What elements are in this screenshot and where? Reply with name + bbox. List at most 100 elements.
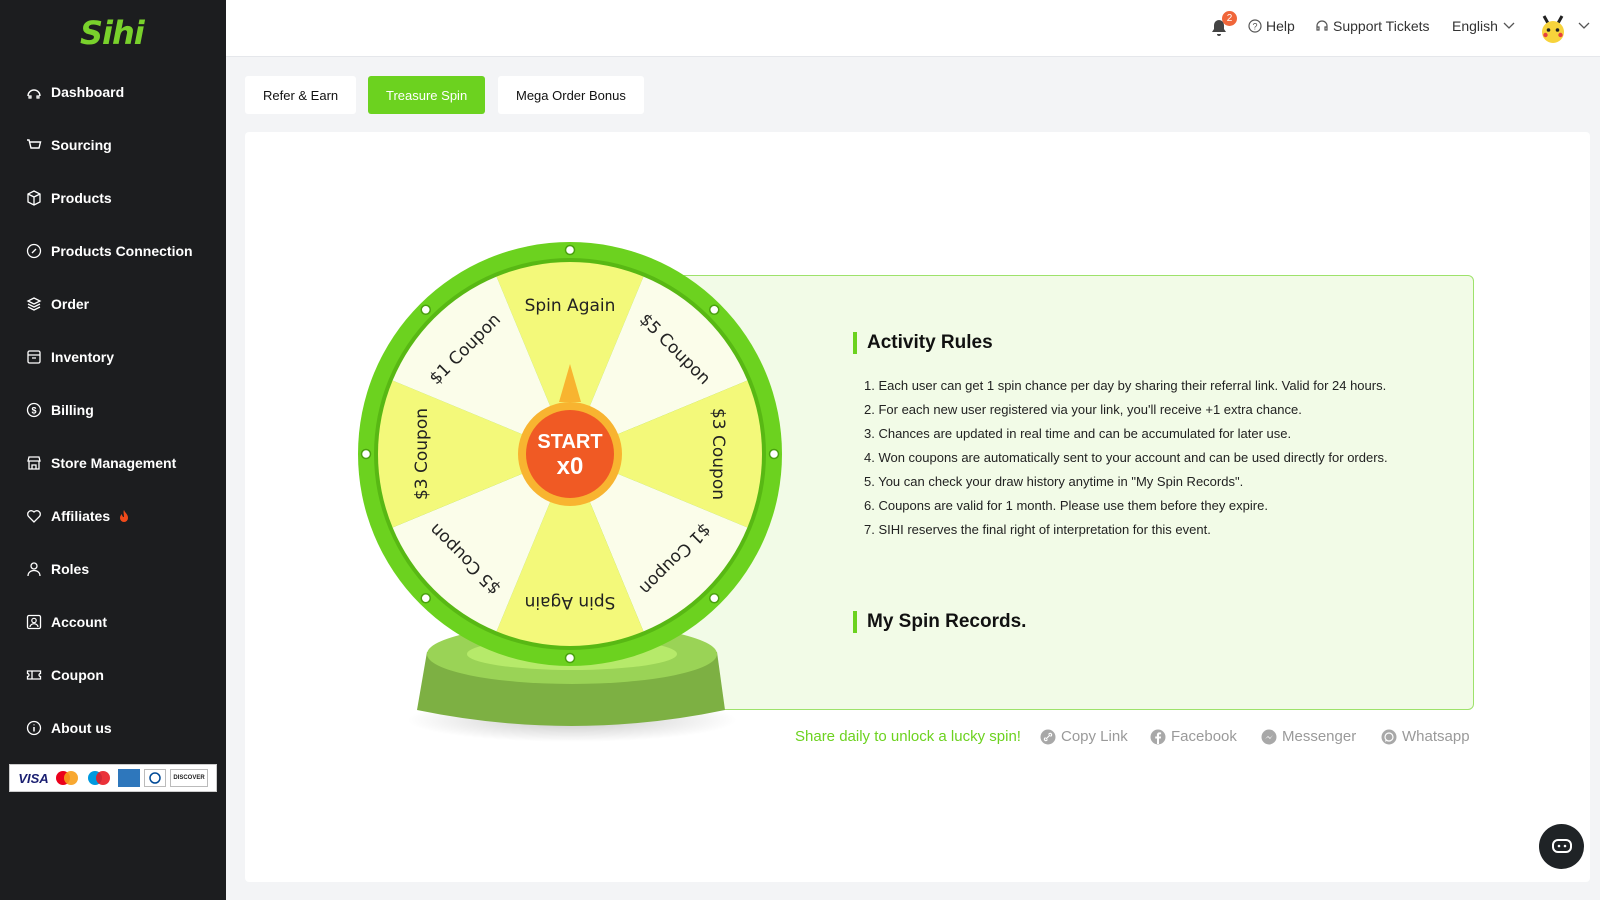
avatar-chevron-icon[interactable] [1578, 22, 1594, 30]
visa-card-logo: VISA [18, 770, 49, 786]
rim-dot [420, 304, 432, 316]
whatsapp-label: Whatsapp [1402, 728, 1470, 745]
dashboard-icon [26, 84, 42, 100]
rim-dot [420, 592, 432, 604]
rim-dot [360, 448, 372, 460]
sidebar-item-about-us[interactable]: About us [26, 713, 112, 743]
sihi-logo[interactable]: Sihi [80, 14, 145, 52]
link-icon [26, 243, 42, 259]
sidebar-item-billing[interactable]: $ Billing [26, 395, 94, 425]
help-label: Help [1266, 18, 1295, 34]
maestro-logo [85, 769, 113, 787]
fire-icon [118, 509, 130, 523]
rim-dot [708, 304, 720, 316]
rule-item: 2. For each new user registered via your… [864, 402, 1302, 417]
mastercard-logo [53, 769, 81, 787]
rule-item: 5. You can check your draw history anyti… [864, 474, 1244, 489]
wheel-segment-label: Spin Again [525, 592, 616, 612]
rule-item: 1. Each user can get 1 spin chance per d… [864, 378, 1387, 393]
svg-text:$: $ [31, 406, 36, 416]
chat-icon [1551, 838, 1572, 853]
info-icon [26, 720, 42, 736]
rim-dot [768, 448, 780, 460]
sidebar-item-label: Inventory [51, 349, 115, 365]
heart-icon [26, 508, 42, 524]
tab-refer-earn[interactable]: Refer & Earn [245, 76, 357, 114]
link-icon [1040, 729, 1056, 744]
share-prompt: Share daily to unlock a lucky spin! [795, 728, 1021, 745]
layers-icon [26, 296, 42, 312]
diners-club-logo [143, 769, 166, 787]
rim-dot [708, 592, 720, 604]
language-label: English [1452, 18, 1498, 34]
messenger-share-button[interactable]: Messenger [1261, 728, 1356, 745]
sidebar-item-label: Dashboard [51, 84, 125, 100]
dollar-icon: $ [26, 402, 42, 418]
sidebar-item-label: Store Management [51, 455, 177, 471]
copy-link-button[interactable]: Copy Link [1040, 728, 1128, 745]
amex-logo [117, 769, 140, 787]
discover-logo: DISCOVER [170, 769, 208, 787]
sidebar-item-label: Roles [51, 561, 90, 577]
notification-badge: 2 [1222, 11, 1237, 26]
chances-label: x0 [557, 453, 584, 480]
archive-icon [26, 349, 42, 365]
account-icon [26, 614, 42, 630]
rim-dot [564, 244, 576, 256]
activity-rules-title: Activity Rules [853, 332, 993, 354]
sidebar-item-label: Affiliates [51, 508, 111, 524]
facebook-icon [1150, 729, 1166, 744]
language-select[interactable]: English [1452, 18, 1519, 34]
messenger-icon [1261, 729, 1277, 744]
tab-treasure-spin[interactable]: Treasure Spin [368, 76, 486, 114]
sidebar-item-coupon[interactable]: Coupon [26, 660, 104, 690]
sidebar-item-label: Billing [51, 402, 94, 418]
help-icon: ? [1248, 19, 1262, 33]
chevron-down-icon [1503, 22, 1515, 29]
help-link[interactable]: ? Help [1248, 18, 1295, 34]
sidebar-item-label: Account [51, 614, 107, 630]
sidebar-item-account[interactable]: Account [26, 607, 107, 637]
sidebar-item-sourcing[interactable]: Sourcing [26, 130, 112, 160]
sidebar-item-label: About us [51, 720, 112, 736]
sidebar-item-label: Sourcing [51, 137, 112, 153]
rule-item: 3. Chances are updated in real time and … [864, 426, 1292, 441]
user-icon [26, 561, 42, 577]
cart-icon [26, 137, 42, 153]
sidebar-item-label: Order [51, 296, 90, 312]
sidebar-item-store-management[interactable]: Store Management [26, 448, 176, 478]
sidebar-item-roles[interactable]: Roles [26, 554, 89, 584]
payment-cards: VISA DISCOVER [9, 764, 217, 792]
sidebar-item-products-connection[interactable]: Products Connection [26, 236, 193, 266]
messenger-label: Messenger [1282, 728, 1357, 745]
headset-icon [1316, 20, 1328, 31]
facebook-label: Facebook [1171, 728, 1237, 745]
sidebar-item-inventory[interactable]: Inventory [26, 342, 114, 372]
sidebar-item-products[interactable]: Products [26, 183, 112, 213]
rim-dot [564, 652, 576, 664]
sidebar-item-label: Coupon [51, 667, 104, 683]
sidebar-item-order[interactable]: Order [26, 289, 89, 319]
spin-records-title[interactable]: My Spin Records. [853, 611, 1026, 633]
wheel-segment-label: $3 Coupon [412, 408, 432, 500]
rule-item: 6. Coupons are valid for 1 month. Please… [864, 498, 1268, 513]
sidebar-item-label: Products [51, 190, 112, 206]
rule-item: 4. Won coupons are automatically sent to… [864, 450, 1388, 465]
prize-wheel: Spin Again $5 Coupon $3 Coupon $1 Coupon Spi… [357, 242, 787, 762]
tab-mega-order-bonus[interactable]: Mega Order Bonus [498, 76, 644, 114]
svg-text:?: ? [1252, 22, 1257, 32]
avatar[interactable] [1536, 12, 1570, 46]
whatsapp-icon [1381, 729, 1397, 744]
facebook-share-button[interactable]: Facebook [1150, 728, 1237, 745]
ticket-icon [26, 667, 42, 683]
wheel-segment-label: $3 Coupon [708, 408, 728, 500]
whatsapp-share-button[interactable]: Whatsapp [1381, 728, 1470, 745]
chat-button[interactable] [1539, 824, 1584, 869]
store-icon [26, 455, 42, 471]
rule-item: 7. SIHI reserves the final right of inte… [864, 522, 1211, 537]
sidebar: Sihi Dashboard Sourcing Products Product… [0, 0, 226, 900]
support-tickets-link[interactable]: Support Tickets [1315, 18, 1430, 34]
copy-link-label: Copy Link [1061, 728, 1128, 745]
sidebar-item-dashboard[interactable]: Dashboard [26, 77, 124, 107]
sidebar-item-affiliates[interactable]: Affiliates [26, 501, 130, 531]
